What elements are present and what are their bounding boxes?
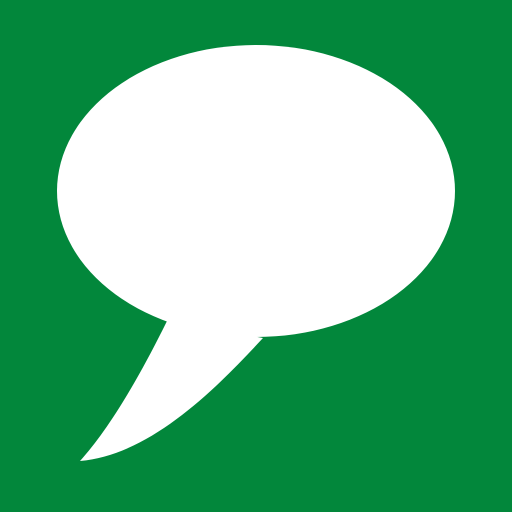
app-icon-tile[interactable]	[0, 0, 512, 512]
speech-bubble-body	[57, 45, 455, 337]
app-icon-svg	[0, 0, 512, 512]
